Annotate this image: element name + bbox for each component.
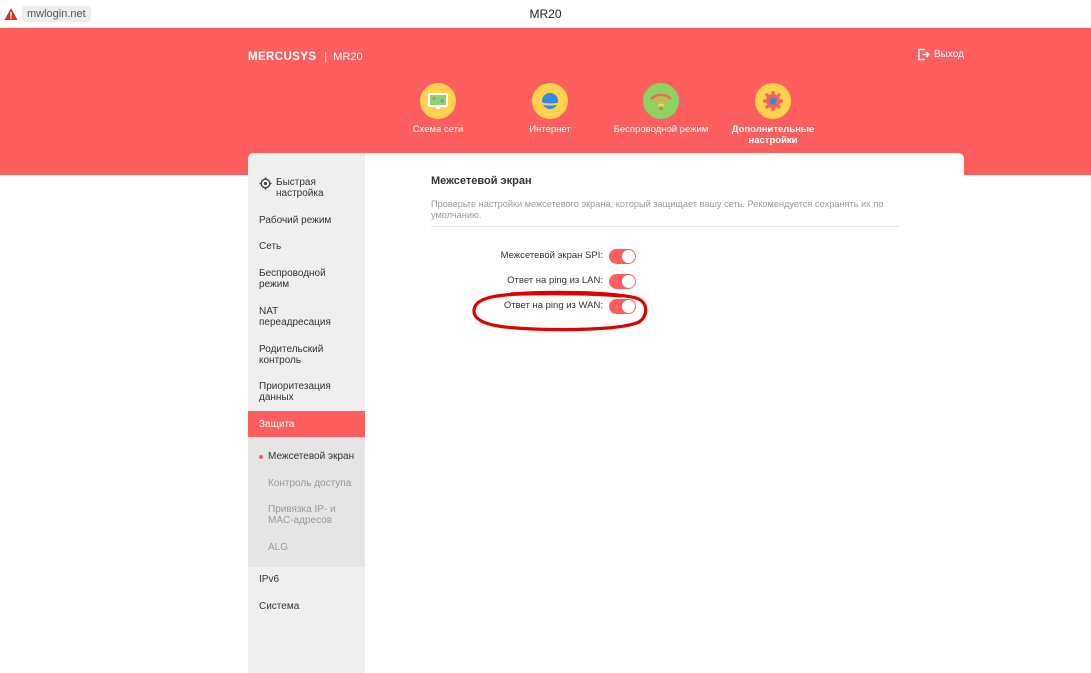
nav-label: Беспроводной режим xyxy=(613,124,709,135)
brand: MERCUSYS | MR20 xyxy=(248,51,363,63)
submenu-item-alg[interactable]: ALG xyxy=(268,542,363,553)
model-name: MR20 xyxy=(333,51,363,63)
sidebar-item-quick-setup[interactable]: Быстрая настройка xyxy=(248,177,365,199)
sidebar-item-system[interactable]: Система xyxy=(248,601,365,612)
sidebar-item-parental-control[interactable]: Родительский контроль xyxy=(248,344,328,366)
submenu-item-firewall[interactable]: Межсетевой экран xyxy=(259,451,363,462)
setting-row-spi: Межсетевой экран SPI: xyxy=(365,248,665,266)
logout-button[interactable]: Выход xyxy=(917,48,964,61)
nav-network-map[interactable]: Схема сети xyxy=(388,83,488,135)
nav-advanced[interactable]: Дополнительные настройки xyxy=(723,83,823,146)
setting-label: Ответ на ping из LAN: xyxy=(507,275,603,286)
gear-icon xyxy=(755,83,791,119)
submenu-item-access-control[interactable]: Контроль доступа xyxy=(268,478,363,489)
ping-lan-toggle[interactable] xyxy=(609,274,636,289)
current-indicator-dot xyxy=(259,455,263,459)
setting-row-ping-wan: Ответ на ping из WAN: xyxy=(365,298,665,316)
sidebar-item-nat-forwarding[interactable]: NAT переадресация xyxy=(248,306,333,328)
nav-wireless[interactable]: Беспроводной режим xyxy=(611,83,711,135)
nav-internet[interactable]: Интернет xyxy=(500,83,600,135)
toggle-knob xyxy=(622,300,635,313)
submenu-item-ip-mac-binding[interactable]: Привязка IP- и MAC-адресов xyxy=(268,504,348,526)
content-panel: Межсетевой экран Проверьте настройки меж… xyxy=(365,153,964,673)
ping-wan-toggle[interactable] xyxy=(609,299,636,314)
setting-label: Ответ на ping из WAN: xyxy=(503,300,603,311)
window-title: MR20 xyxy=(529,7,562,21)
page-description: Проверьте настройки межсетевого экрана, … xyxy=(431,199,884,220)
settings-card: Быстрая настройка Рабочий режим Сеть Бес… xyxy=(248,153,964,673)
setting-label: Межсетевой экран SPI: xyxy=(500,250,603,261)
setting-row-ping-lan: Ответ на ping из LAN: xyxy=(365,273,665,291)
spi-firewall-toggle[interactable] xyxy=(609,249,636,264)
security-submenu: Межсетевой экран Контроль доступа Привяз… xyxy=(248,437,365,567)
browser-bar: mwlogin.net MR20 xyxy=(0,0,1091,28)
toggle-knob xyxy=(622,250,635,263)
sidebar-item-security[interactable]: Защита xyxy=(248,411,365,438)
sidebar-item-label: Быстрая настройка xyxy=(276,177,324,199)
brand-logo: MERCUSYS xyxy=(248,51,317,63)
sidebar-item-operation-mode[interactable]: Рабочий режим xyxy=(248,215,365,226)
page-title: Межсетевой экран xyxy=(431,175,532,187)
logout-icon xyxy=(918,48,930,61)
nav-label: Интернет xyxy=(529,124,571,135)
sidebar-item-wireless[interactable]: Беспроводной режим xyxy=(248,268,333,290)
internet-planet-icon xyxy=(532,83,568,119)
sidebar-item-qos[interactable]: Приоритезация данных xyxy=(248,381,338,403)
sidebar-item-network[interactable]: Сеть xyxy=(248,241,365,252)
logout-label: Выход xyxy=(934,49,964,60)
sidebar-item-ipv6[interactable]: IPv6 xyxy=(248,574,365,585)
submenu-item-label: Межсетевой экран xyxy=(268,451,355,462)
sidebar: Быстрая настройка Рабочий режим Сеть Бес… xyxy=(248,153,365,673)
gear-icon xyxy=(259,177,272,190)
wifi-icon xyxy=(643,83,679,119)
toggle-knob xyxy=(622,275,635,288)
nav-label: Дополнительные настройки xyxy=(731,124,815,146)
nav-label: Схема сети xyxy=(412,124,464,135)
brand-separator: | xyxy=(324,51,328,63)
divider xyxy=(431,226,899,227)
network-map-icon xyxy=(420,83,456,119)
